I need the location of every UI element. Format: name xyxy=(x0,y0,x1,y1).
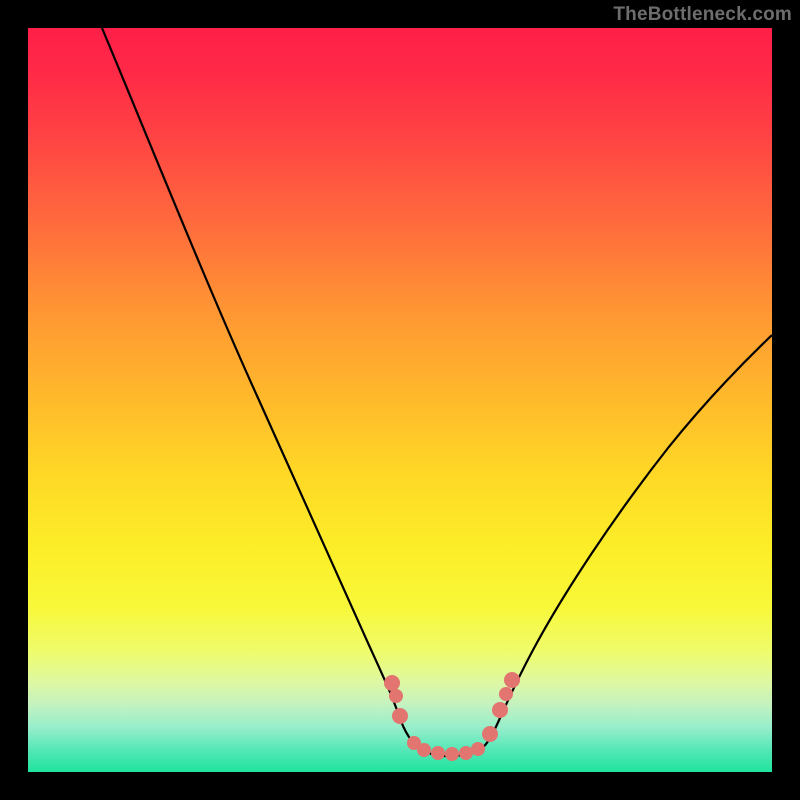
marker xyxy=(482,726,498,742)
marker xyxy=(492,702,508,718)
marker xyxy=(499,687,513,701)
outer-frame: TheBottleneck.com xyxy=(0,0,800,800)
marker xyxy=(459,746,473,760)
marker xyxy=(417,743,431,757)
marker xyxy=(504,672,520,688)
markers-group xyxy=(384,672,520,761)
plot-area xyxy=(28,28,772,772)
watermark-text: TheBottleneck.com xyxy=(613,4,792,26)
marker xyxy=(471,742,485,756)
marker xyxy=(392,708,408,724)
chart-svg xyxy=(28,28,772,772)
marker xyxy=(389,689,403,703)
marker xyxy=(431,746,445,760)
marker xyxy=(445,747,459,761)
marker xyxy=(384,675,400,691)
bottleneck-curve xyxy=(102,28,772,756)
